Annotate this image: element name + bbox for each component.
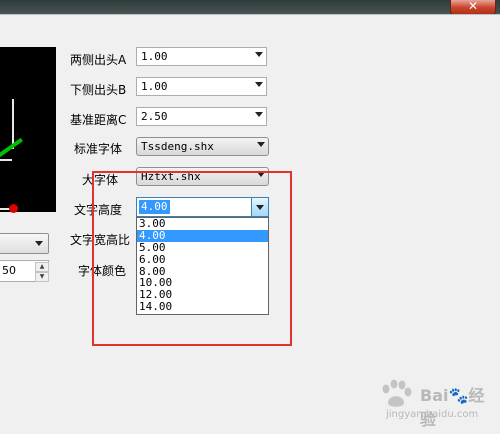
annotation-highlight-box	[92, 171, 292, 346]
side-extension-a-select[interactable]: 1.00	[136, 47, 267, 66]
spin-value: 50	[2, 264, 16, 277]
chevron-down-icon	[35, 241, 43, 246]
spin-up-button[interactable]: ▲	[35, 262, 49, 272]
watermark-title: Bai🐾经验	[420, 386, 485, 429]
spin-down-button[interactable]: ▼	[35, 272, 49, 282]
preview-point-marker	[9, 204, 18, 213]
preview-line	[0, 159, 12, 161]
left-dropdown[interactable]	[0, 233, 49, 254]
watermark-url: jingyan.baidu.com	[386, 409, 479, 420]
chevron-down-icon	[255, 112, 263, 117]
chevron-down-icon	[255, 82, 263, 87]
chevron-down-icon	[257, 142, 265, 147]
preview-canvas	[0, 47, 56, 213]
standard-font-select[interactable]: Tssdeng.shx	[136, 137, 269, 156]
paw-logo-icon	[382, 379, 412, 407]
label-standard-font: 标准字体	[74, 142, 123, 156]
label-base-distance-c: 基准距离C	[70, 113, 127, 127]
close-icon: ✕	[467, 0, 479, 13]
label-side-extension-a: 两侧出头A	[70, 53, 127, 67]
bottom-extension-b-select[interactable]: 1.00	[136, 77, 267, 96]
left-spin-field[interactable]: 50 ▲ ▼	[0, 260, 49, 282]
base-distance-c-select[interactable]: 2.50	[136, 107, 267, 126]
close-button[interactable]: ✕	[450, 0, 496, 15]
label-bottom-extension-b: 下侧出头B	[70, 83, 127, 97]
chevron-down-icon	[255, 52, 263, 57]
